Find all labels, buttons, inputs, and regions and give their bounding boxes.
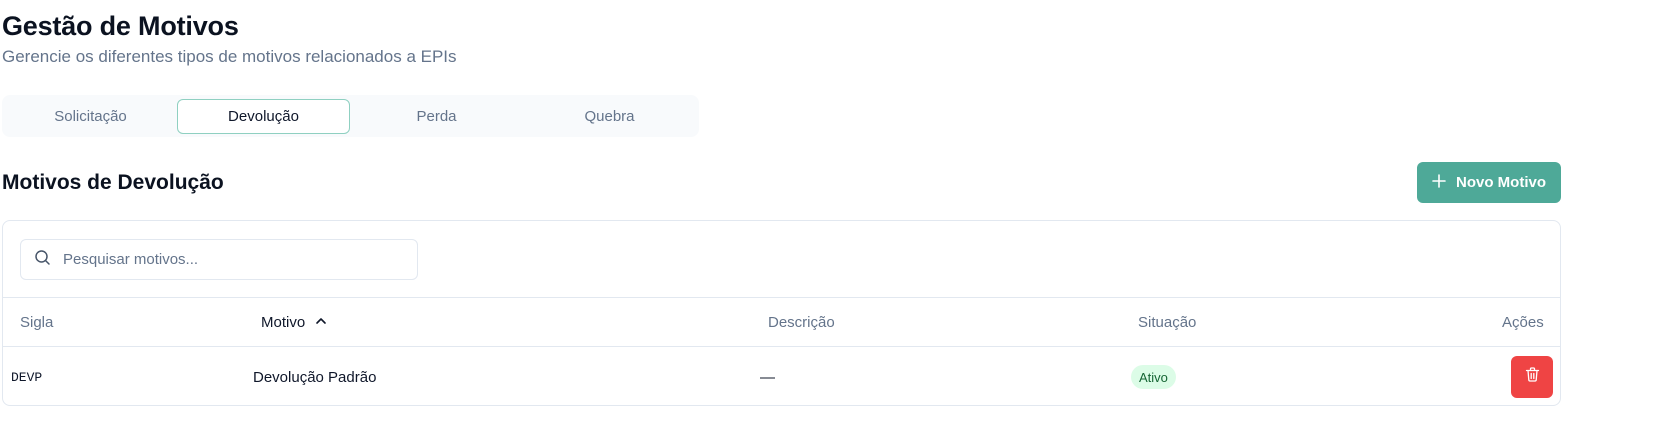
tab-solicitacao[interactable]: Solicitação <box>4 99 177 134</box>
delete-button[interactable] <box>1511 356 1553 398</box>
column-header-motivo[interactable]: Motivo <box>261 314 327 331</box>
cell-descricao: — <box>760 369 775 386</box>
search-icon <box>34 249 51 271</box>
motivos-table-card: Sigla Motivo Descrição Situação Ações DE… <box>2 220 1561 406</box>
status-badge: Ativo <box>1131 365 1176 389</box>
search-input[interactable] <box>63 251 393 268</box>
trash-icon <box>1524 366 1541 388</box>
column-header-sigla[interactable]: Sigla <box>20 314 53 331</box>
table-row: DEVP Devolução Padrão — Ativo <box>3 348 1560 406</box>
search-field[interactable] <box>20 239 418 280</box>
tab-perda[interactable]: Perda <box>350 99 523 134</box>
tab-quebra[interactable]: Quebra <box>523 99 696 134</box>
column-header-motivo-label: Motivo <box>261 314 306 331</box>
new-motivo-button-label: Novo Motivo <box>1456 174 1546 191</box>
page-subtitle: Gerencie os diferentes tipos de motivos … <box>2 47 457 66</box>
plus-icon <box>1432 173 1446 192</box>
tab-devolucao[interactable]: Devolução <box>177 98 350 134</box>
column-header-descricao[interactable]: Descrição <box>768 314 835 331</box>
new-motivo-button[interactable]: Novo Motivo <box>1417 162 1561 203</box>
cell-motivo: Devolução Padrão <box>253 369 377 386</box>
column-header-situacao[interactable]: Situação <box>1138 314 1196 331</box>
motivo-tabs: Solicitação Devolução Perda Quebra <box>2 95 699 137</box>
section-title: Motivos de Devolução <box>2 171 224 194</box>
cell-sigla: DEVP <box>11 370 43 385</box>
column-header-acoes: Ações <box>1502 314 1544 331</box>
sort-ascending-icon <box>315 314 327 331</box>
table-header: Sigla Motivo Descrição Situação Ações <box>3 297 1560 347</box>
page-title: Gestão de Motivos <box>2 11 239 41</box>
